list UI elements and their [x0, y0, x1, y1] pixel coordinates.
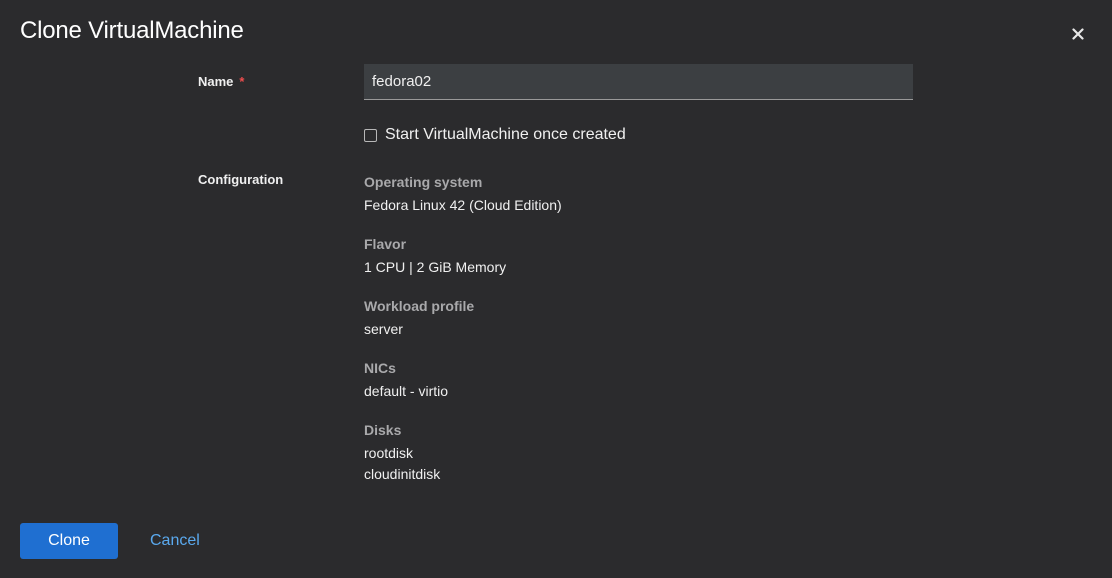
config-flavor: Flavor 1 CPU | 2 GiB Memory	[364, 236, 562, 278]
config-heading: Flavor	[364, 236, 407, 252]
configuration-label: Configuration	[198, 172, 284, 187]
config-value: default - virtio	[364, 383, 449, 399]
config-heading: Disks	[364, 422, 402, 438]
config-value: server	[364, 321, 403, 337]
name-input[interactable]	[364, 64, 913, 100]
config-value: 1 CPU | 2 GiB Memory	[364, 259, 507, 275]
name-field-label: Name *	[198, 74, 244, 89]
close-button[interactable]	[1066, 22, 1090, 46]
clone-button[interactable]: Clone	[20, 523, 118, 559]
config-nics: NICs default - virtio	[364, 360, 562, 402]
start-vm-checkbox-row[interactable]: Start VirtualMachine once created	[364, 126, 626, 144]
cancel-button[interactable]: Cancel	[150, 532, 200, 550]
start-vm-checkbox-label[interactable]: Start VirtualMachine once created	[385, 126, 626, 144]
config-heading: NICs	[364, 360, 396, 376]
modal-footer: Clone Cancel	[20, 523, 200, 559]
config-heading: Operating system	[364, 174, 483, 190]
required-marker: *	[239, 74, 245, 89]
modal-title: Clone VirtualMachine	[20, 17, 244, 44]
config-heading: Workload profile	[364, 298, 475, 314]
config-workload-profile: Workload profile server	[364, 298, 562, 340]
close-icon	[1072, 28, 1084, 40]
config-operating-system: Operating system Fedora Linux 42 (Cloud …	[364, 174, 562, 216]
config-disks: Disks rootdisk cloudinitdisk	[364, 422, 562, 485]
start-vm-checkbox[interactable]	[364, 128, 377, 142]
config-value: Fedora Linux 42 (Cloud Edition)	[364, 197, 562, 213]
config-value: rootdisk	[364, 445, 414, 461]
clone-vm-modal: Clone VirtualMachine Name * Start Virtual…	[0, 0, 1112, 578]
name-label-text: Name	[198, 74, 234, 89]
configuration-details: Operating system Fedora Linux 42 (Cloud …	[364, 174, 562, 505]
config-value: cloudinitdisk	[364, 466, 441, 482]
